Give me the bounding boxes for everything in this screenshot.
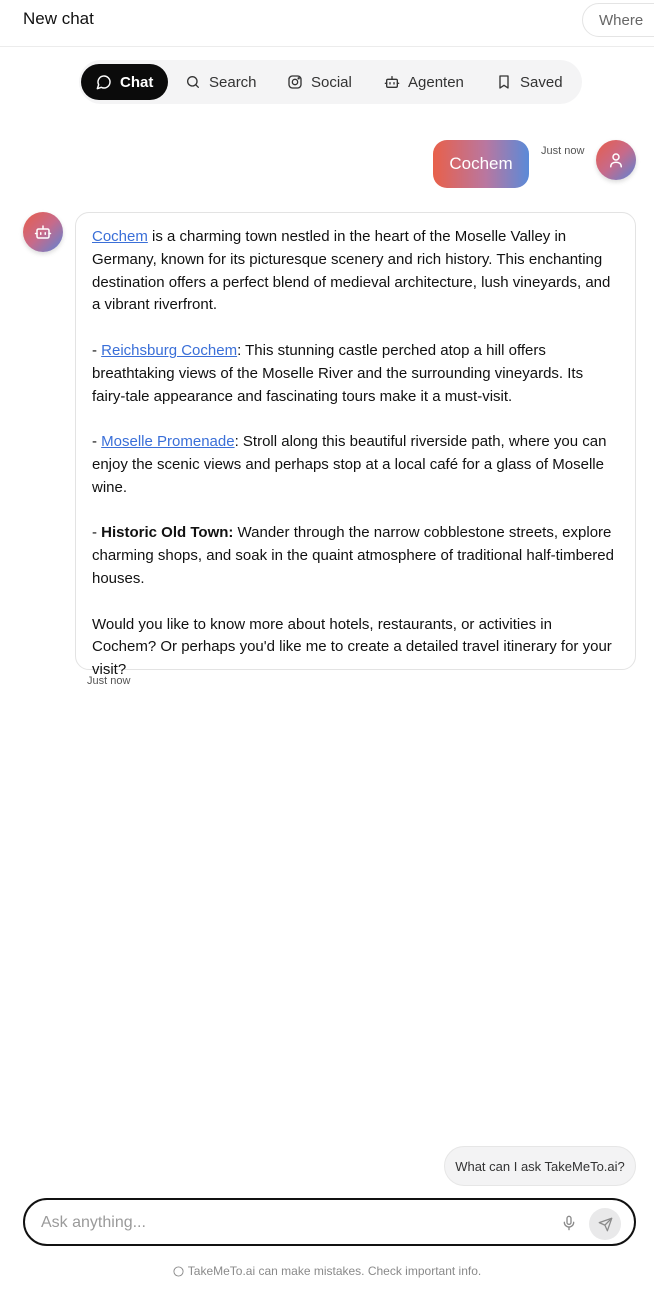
search-icon: [187, 76, 199, 88]
chat-bubble-icon: [96, 75, 111, 90]
link-reichsburg[interactable]: Reichsburg Cochem: [101, 342, 237, 359]
mode-tabs: Chat Search Social Agenten Saved: [79, 60, 582, 104]
send-button[interactable]: [589, 1208, 621, 1240]
tab-saved[interactable]: Saved: [496, 64, 563, 100]
tab-label: Chat: [120, 73, 154, 91]
tab-label: Social: [311, 73, 352, 91]
bot-message-time: Just now: [87, 675, 131, 687]
list-bullet: -: [92, 341, 102, 359]
tab-chat[interactable]: Chat: [81, 64, 169, 100]
user-avatar: [596, 140, 636, 180]
user-icon: [610, 153, 622, 168]
top-bar: New chat Where: [0, 0, 654, 47]
microphone-icon[interactable]: [561, 1214, 577, 1232]
bot-avatar: [23, 212, 63, 252]
page-title: New chat: [23, 9, 94, 28]
item-heading: Historic Old Town:: [101, 524, 234, 542]
chat-input[interactable]: [41, 1210, 541, 1236]
tab-label: Search: [209, 73, 257, 91]
bot-intro-paragraph: Cochem is a charming town nestled in the…: [92, 226, 619, 317]
tab-search[interactable]: Search: [185, 64, 257, 100]
intro-text: is a charming town nestled in the heart …: [92, 228, 611, 314]
robot-icon: [34, 225, 52, 239]
instagram-icon: [288, 75, 302, 89]
list-bullet: -: [92, 433, 102, 451]
footer-disclaimer: TakeMeTo.ai can make mistakes. Check imp…: [0, 1264, 654, 1278]
tab-social[interactable]: Social: [287, 64, 352, 100]
tab-label: Agenten: [408, 73, 464, 91]
bot-outro-paragraph: Would you like to know more about hotels…: [92, 615, 612, 679]
tab-label: Saved: [520, 73, 563, 91]
robot-icon: [384, 76, 400, 88]
chat-input-bar: [23, 1198, 636, 1246]
suggestion-chip[interactable]: What can I ask TakeMeTo.ai?: [444, 1146, 636, 1186]
bookmark-icon: [499, 75, 509, 89]
list-item: - Reichsburg Cochem: This stunning castl…: [92, 340, 619, 408]
bot-message: Cochem is a charming town nestled in the…: [75, 212, 636, 678]
info-icon: [173, 1265, 184, 1277]
list-item: - Moselle Promenade: Stroll along this b…: [92, 431, 619, 499]
user-message: Cochem: [433, 140, 529, 188]
where-button[interactable]: Where: [582, 3, 654, 37]
link-moselle-promenade[interactable]: Moselle Promenade: [101, 433, 234, 450]
list-bullet: -: [92, 524, 102, 542]
user-message-time: Just now: [541, 145, 585, 157]
send-icon: [598, 1217, 612, 1231]
list-item: - Historic Old Town: Wander through the …: [92, 522, 619, 590]
tab-agenten[interactable]: Agenten: [384, 64, 464, 100]
disclaimer-text: TakeMeTo.ai can make mistakes. Check imp…: [187, 1264, 482, 1278]
link-cochem[interactable]: Cochem: [92, 228, 148, 245]
